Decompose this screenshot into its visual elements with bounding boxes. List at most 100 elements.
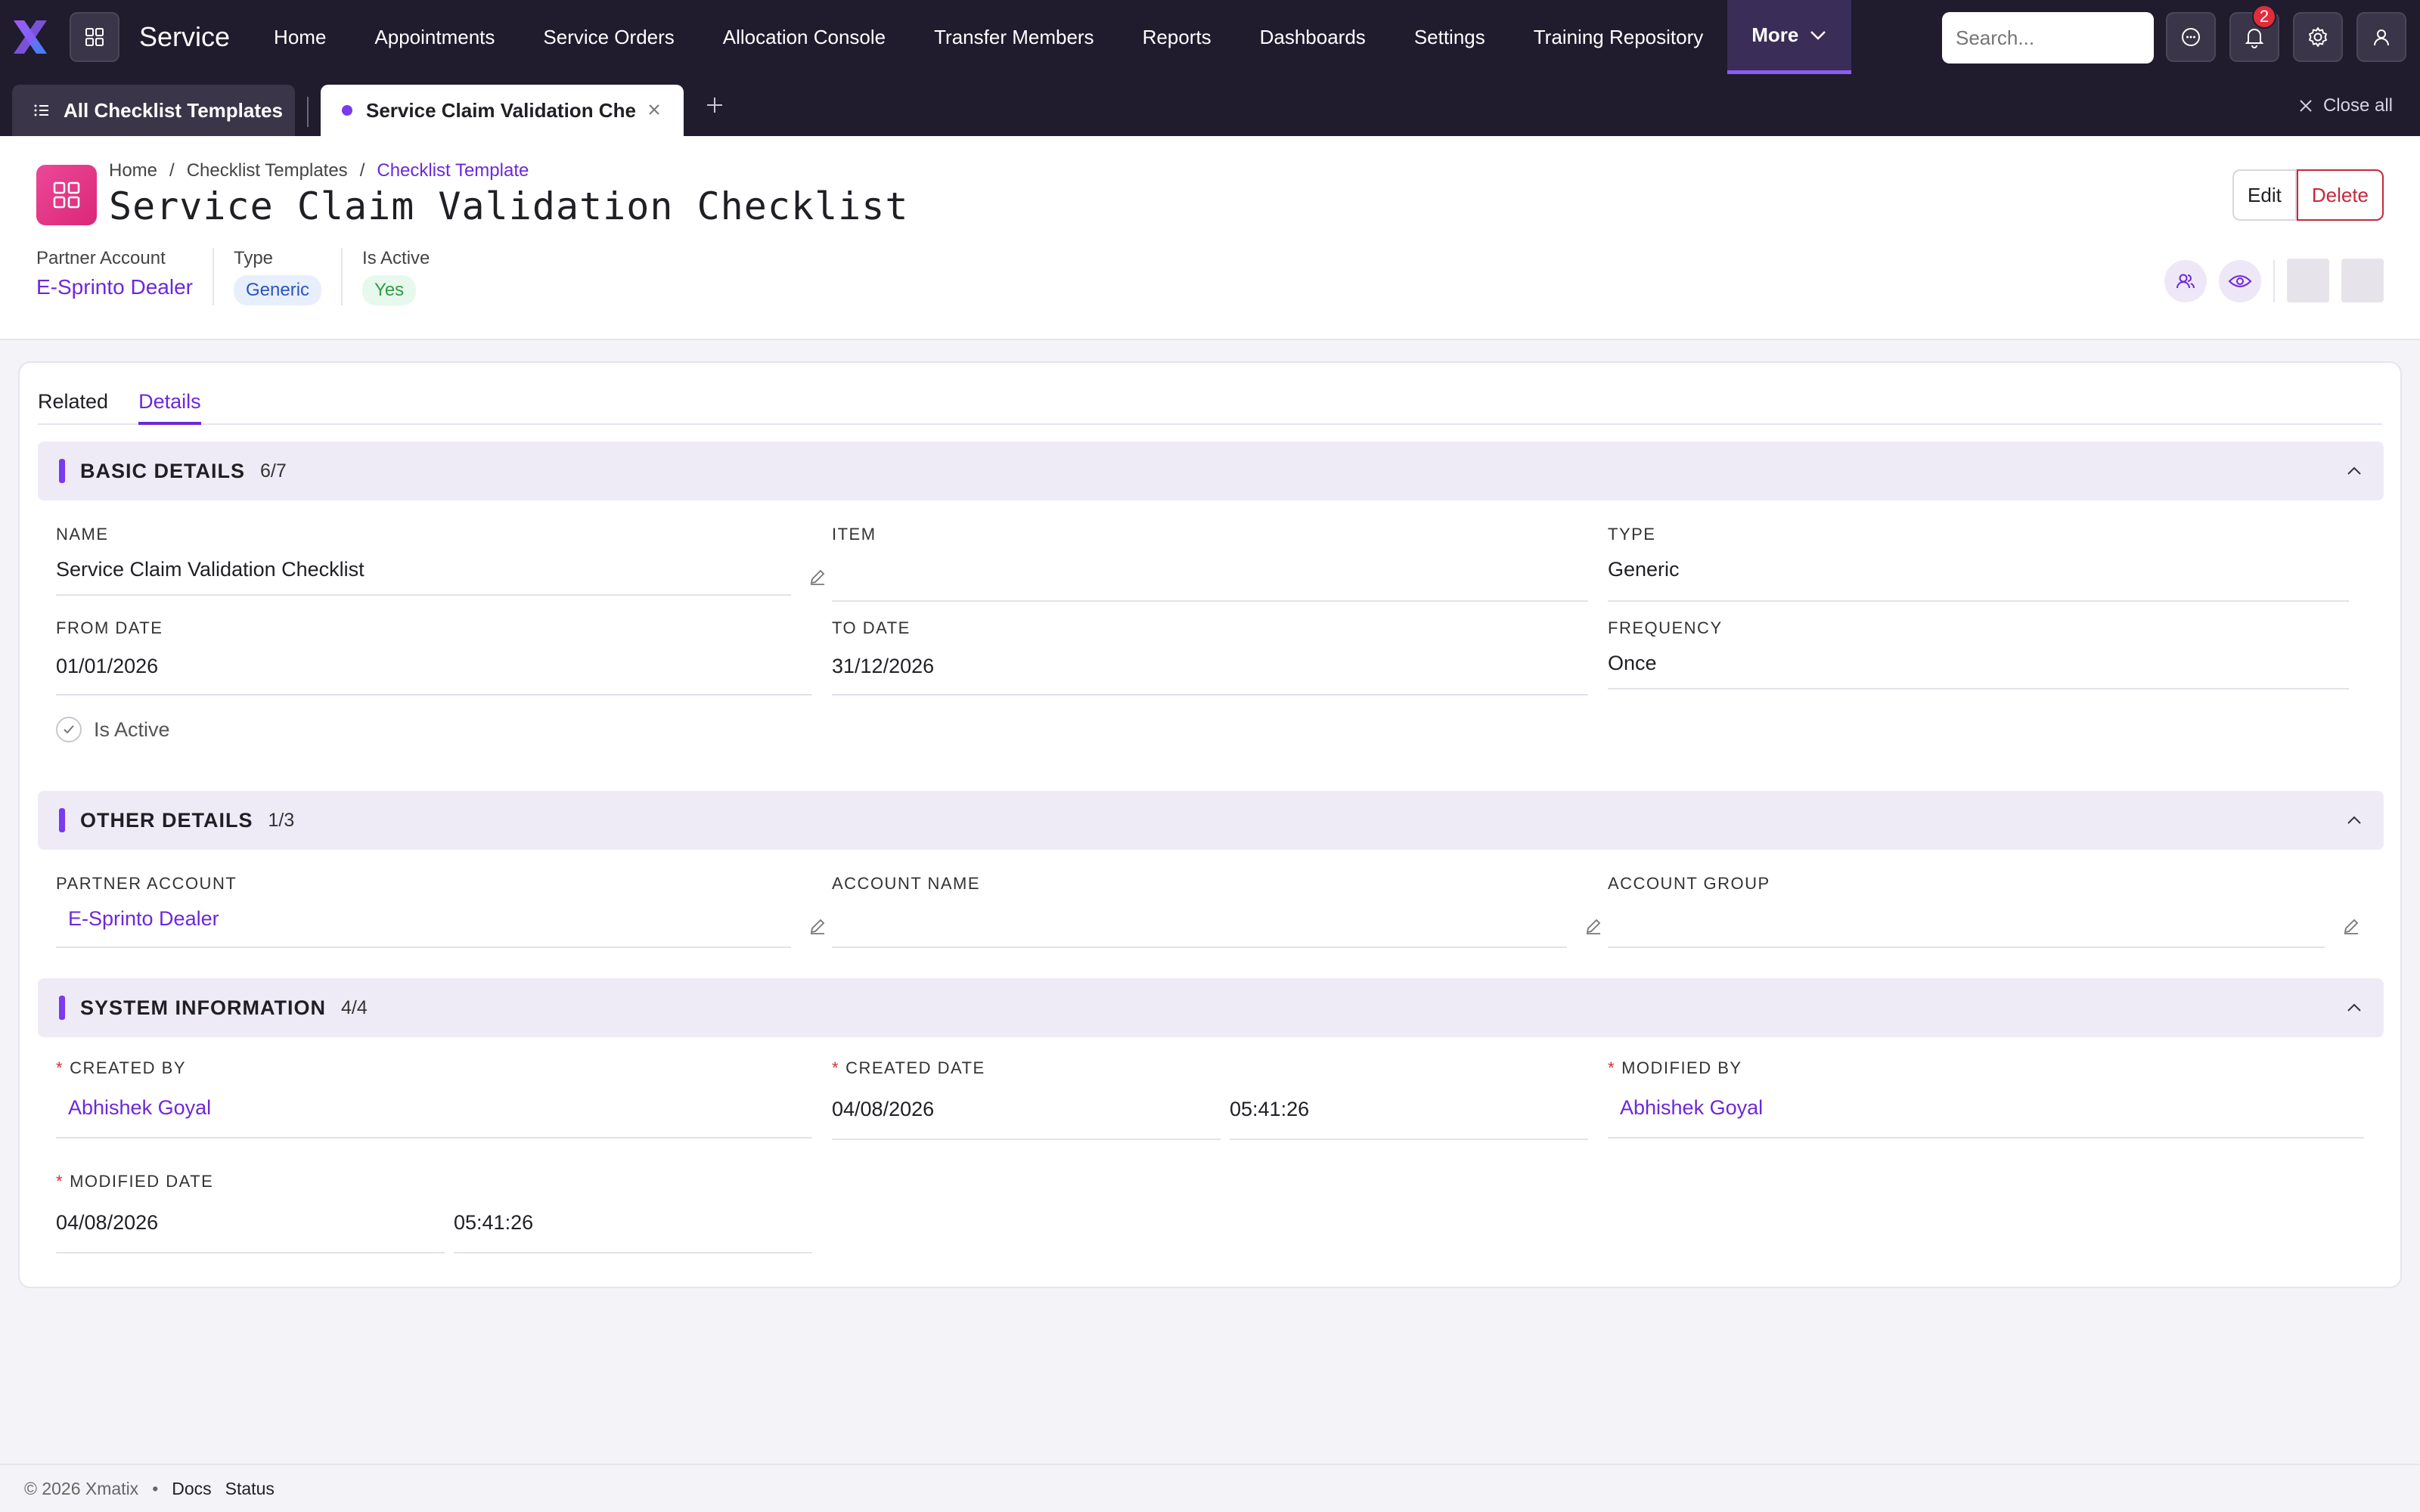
breadcrumb-checklist-templates[interactable]: Checklist Templates [187, 160, 348, 181]
pencil-icon[interactable] [1584, 916, 1603, 936]
delete-button[interactable]: Delete [2296, 169, 2384, 221]
section-basic-details-header[interactable]: BASIC DETAILS 6/7 [38, 442, 2384, 500]
pencil-icon[interactable] [808, 916, 827, 936]
tab-all-checklist-templates[interactable]: All Checklist Templates [12, 85, 295, 136]
docs-link[interactable]: Docs [172, 1479, 211, 1499]
section-count: 1/3 [268, 809, 295, 831]
checkbox-label: Is Active [94, 717, 170, 741]
field-label: Item [832, 525, 876, 544]
followers-button[interactable] [2164, 260, 2207, 302]
field-underline [56, 594, 791, 596]
created-time-value: 05:41:26 [1230, 1098, 1310, 1120]
section-count: 6/7 [260, 460, 287, 482]
field-label: To Date [832, 618, 911, 637]
nav-item-home[interactable]: Home [250, 0, 350, 74]
x-logo-icon[interactable] [9, 16, 51, 58]
field-name: Name Service Claim Validation Checklist [56, 525, 827, 608]
nav-item-settings[interactable]: Settings [1390, 0, 1509, 74]
edit-button[interactable]: Edit [2232, 169, 2297, 221]
section-count: 4/4 [341, 996, 368, 1018]
partner-account-link[interactable]: E-Sprinto Dealer [68, 907, 219, 931]
field-label: * Created Date [832, 1058, 1603, 1078]
bell-icon [2245, 29, 2264, 48]
frequency-value: Once [1608, 652, 1657, 674]
type-badge: Generic [233, 275, 322, 305]
nav-more-menu[interactable]: More [1727, 0, 1852, 74]
field-underline [56, 694, 812, 696]
field-item[interactable]: Item [832, 525, 1603, 608]
app-launcher-button[interactable] [70, 12, 119, 62]
field-label-text: Modified By [1621, 1058, 1742, 1077]
chevron-up-icon[interactable] [2344, 461, 2364, 481]
tab-divider [307, 97, 309, 127]
user-profile-button[interactable] [2356, 12, 2406, 62]
nav-item-reports[interactable]: Reports [1118, 0, 1236, 74]
chat-button[interactable] [2166, 12, 2216, 62]
field-underline [56, 1137, 812, 1139]
check-icon [56, 717, 82, 742]
page-title: Service Claim Validation Checklist [109, 184, 909, 228]
field-created-date: * Created Date 04/08/2026 05:41:26 [832, 1058, 1603, 1149]
status-badge: Yes [362, 275, 417, 305]
settings-button[interactable] [2293, 12, 2343, 62]
record-detail-card: Related Details BASIC DETAILS 6/7 Name S… [18, 361, 2402, 1288]
checklist-template-icon [36, 165, 97, 225]
add-tab-icon[interactable] [703, 94, 726, 116]
placeholder-action-button[interactable] [2287, 259, 2329, 302]
section-accent-bar [59, 808, 65, 832]
close-all-tabs-button[interactable]: Close all [2297, 95, 2393, 116]
modified-by-link[interactable]: Abhishek Goyal [1620, 1096, 1763, 1120]
field-underline [1608, 1137, 2364, 1139]
divider [2273, 260, 2275, 302]
highlight-is-active: Is Active Yes [362, 248, 449, 305]
section-other-details-header[interactable]: OTHER DETAILS 1/3 [38, 791, 2384, 850]
field-underline [454, 1252, 812, 1253]
placeholder-action-button[interactable] [2341, 259, 2384, 302]
field-to-date[interactable]: To Date 31/12/2026 [832, 618, 1603, 702]
from-date-value: 01/01/2026 [56, 655, 159, 677]
field-from-date[interactable]: From Date 01/01/2026 [56, 618, 827, 702]
eye-icon [2228, 275, 2252, 287]
nav-item-allocation-console[interactable]: Allocation Console [699, 0, 910, 74]
app-name: Service [139, 21, 231, 52]
is-active-checkbox[interactable]: Is Active [56, 717, 170, 742]
section-system-information-header[interactable]: SYSTEM INFORMATION 4/4 [38, 978, 2384, 1037]
field-partner-account: Partner Account E-Sprinto Dealer [56, 874, 827, 957]
chat-bubble-icon [2182, 28, 2200, 46]
breadcrumb-home[interactable]: Home [109, 160, 157, 181]
chevron-up-icon[interactable] [2344, 810, 2364, 830]
record-actions: Edit Delete [2232, 169, 2384, 221]
close-icon[interactable] [644, 100, 664, 119]
nav-item-service-orders[interactable]: Service Orders [519, 0, 698, 74]
section-accent-bar [59, 459, 65, 483]
notifications-button[interactable]: 2 [2229, 5, 2279, 62]
nav-item-dashboards[interactable]: Dashboards [1236, 0, 1390, 74]
nav-item-transfer-members[interactable]: Transfer Members [910, 0, 1118, 74]
global-search [1942, 12, 2154, 64]
tab-details[interactable]: Details [138, 375, 201, 425]
status-link[interactable]: Status [225, 1479, 275, 1499]
pencil-icon[interactable] [808, 567, 827, 587]
watch-button[interactable] [2219, 260, 2261, 302]
detail-tabs: Related Details [38, 375, 2382, 425]
chevron-up-icon[interactable] [2344, 998, 2364, 1018]
tab-active-label: Service Claim Validation Che [366, 98, 636, 122]
highlight-type: Type Generic [233, 248, 343, 305]
nav-item-training-repository[interactable]: Training Repository [1509, 0, 1727, 74]
tab-service-claim-validation[interactable]: Service Claim Validation Che [321, 85, 684, 136]
pencil-icon[interactable] [2341, 916, 2361, 936]
field-underline [1608, 947, 2325, 948]
created-by-link[interactable]: Abhishek Goyal [68, 1096, 211, 1120]
field-label: Account Name [832, 874, 981, 893]
close-all-label: Close all [2322, 95, 2393, 116]
gear-icon [2309, 27, 2327, 47]
field-label: * Modified Date [56, 1172, 827, 1191]
nav-item-appointments[interactable]: Appointments [350, 0, 519, 74]
required-asterisk: * [1608, 1058, 1616, 1077]
field-frequency: Frequency Once [1608, 618, 2372, 702]
search-input[interactable] [1942, 12, 2154, 64]
required-asterisk: * [832, 1058, 840, 1077]
partner-account-link[interactable]: E-Sprinto Dealer [36, 275, 193, 299]
list-icon [34, 104, 48, 116]
tab-related[interactable]: Related [38, 375, 108, 423]
